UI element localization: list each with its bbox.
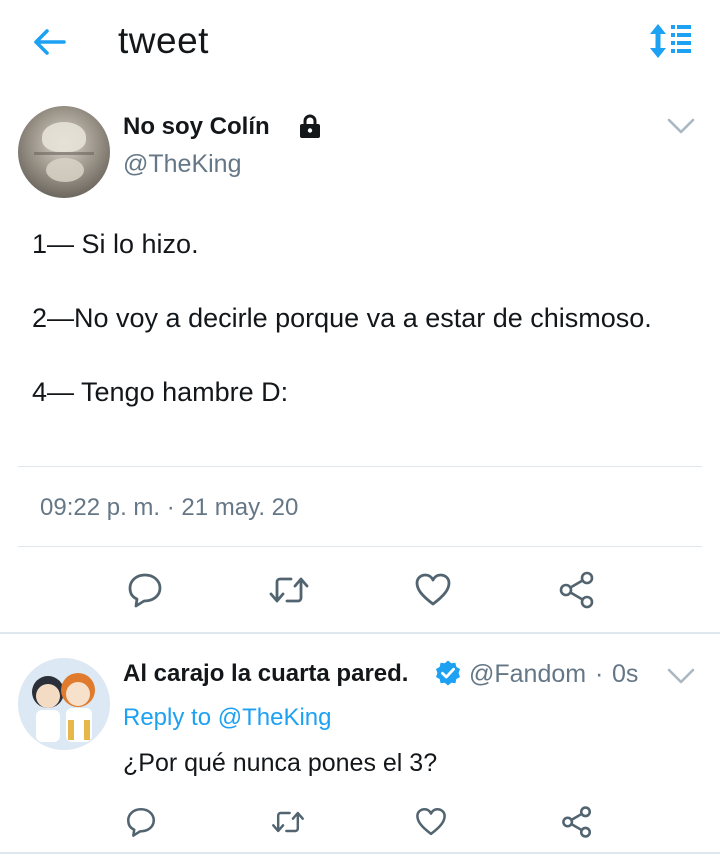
reply-separator: · [595,660,604,688]
back-button[interactable] [30,22,70,62]
tweet-time: 09:22 p. m. [40,494,161,521]
share-icon [559,571,594,609]
page-title: tweet [118,20,209,61]
reply-to-handle-link[interactable]: @TheKing [218,704,332,731]
reply-share-button[interactable] [553,798,601,846]
section-divider [0,632,720,634]
retweet-button[interactable] [265,566,313,614]
avatar[interactable] [18,106,110,198]
avatar-caption-stripe [34,152,94,155]
reply-button[interactable] [121,566,169,614]
reply-author-handle[interactable]: @Fandom [469,660,586,689]
tweet-text: 1— Si lo hizo. 2—No voy a decirle porque… [32,229,652,407]
like-button[interactable] [409,566,457,614]
arrow-left-icon [34,29,66,55]
author-name[interactable]: No soy Colín [123,113,270,141]
top-app-bar: tweet [0,0,720,86]
divider [18,466,702,467]
divider [18,546,702,547]
reply-icon [128,573,162,608]
lock-icon [300,114,320,138]
reply-avatar-illustration [18,658,110,750]
reply-to-line: Reply to @TheKing [123,704,331,732]
retweet-icon [272,811,304,833]
tweet-timestamp: 09:22 p. m. · 21 may. 20 [40,494,298,522]
avatar-face-shape-lower [46,158,84,182]
timestamp-separator: · [166,494,175,521]
reply-author-name[interactable]: Al carajo la cuarta pared. [123,660,408,688]
sort-button[interactable] [646,22,694,60]
chevron-down-icon[interactable] [664,114,698,138]
reply-retweet-button[interactable] [264,798,312,846]
reply-text: ¿Por qué nunca pones el 3? [123,749,438,777]
share-icon [562,806,592,838]
chevron-down-icon[interactable] [664,664,698,688]
tweet-date: 21 may. 20 [181,494,299,521]
reply-icon [126,807,156,837]
reply-to-label: Reply to [123,704,212,731]
sort-list-icon [650,24,691,58]
like-icon [415,573,451,606]
reply-time: 0s [612,660,639,688]
share-button[interactable] [553,566,601,614]
bottom-divider [0,852,720,854]
like-icon [416,807,446,836]
reply-avatar[interactable] [18,658,110,750]
author-handle[interactable]: @TheKing [123,150,242,179]
verified-badge-icon [436,660,460,686]
reply-like-button[interactable] [407,798,455,846]
retweet-icon [269,577,309,603]
avatar-face-shape [42,122,86,152]
reply-reply-button[interactable] [117,798,165,846]
